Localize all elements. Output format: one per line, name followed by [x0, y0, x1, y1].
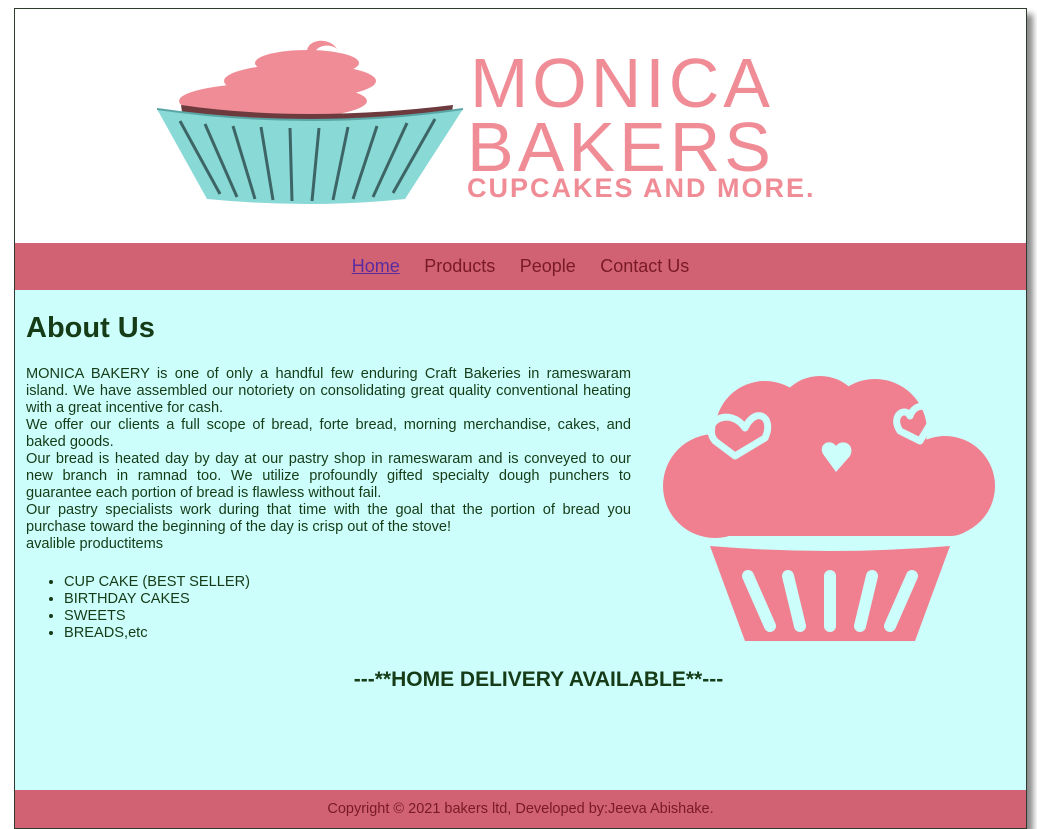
products-list: CUP CAKE (BEST SELLER) BIRTHDAY CAKES SW… — [64, 574, 250, 642]
site-footer: Copyright © 2021 bakers ltd, Developed b… — [15, 790, 1026, 828]
nav-home-link[interactable]: Home — [352, 243, 400, 290]
logo-tagline: CUPCAKES AND MORE. — [467, 173, 816, 203]
site-logo: MONICA BAKERS CUPCAKES AND MORE. — [156, 40, 816, 204]
nav-people-link[interactable]: People — [520, 243, 576, 290]
about-paragraph: We offer our clients a full scope of bre… — [26, 417, 631, 450]
home-delivery-banner: ---**HOME DELIVERY AVAILABLE**--- — [353, 668, 724, 691]
page-frame: MONICA BAKERS CUPCAKES AND MORE. Home Pr… — [14, 8, 1027, 829]
about-paragraph: MONICA BAKERY is one of only a handful f… — [26, 366, 631, 416]
list-item: BREADS,etc — [64, 625, 250, 642]
list-item: CUP CAKE (BEST SELLER) — [64, 574, 250, 591]
products-intro: avalible productitems — [26, 536, 164, 552]
site-header: MONICA BAKERS CUPCAKES AND MORE. — [15, 9, 1026, 243]
main-nav: Home Products People Contact Us — [15, 243, 1026, 290]
list-item: SWEETS — [64, 608, 250, 625]
nav-contact-link[interactable]: Contact Us — [600, 243, 689, 290]
main-content: About Us MONICA BAKERY is one of only a … — [15, 290, 1026, 790]
about-text: MONICA BAKERY is one of only a handful f… — [26, 366, 631, 553]
about-paragraph: Our pastry specialists work during that … — [26, 502, 631, 535]
list-item: BIRTHDAY CAKES — [64, 591, 250, 608]
page-title: About Us — [26, 312, 155, 344]
copyright-text: Copyright © 2021 bakers ltd, Developed b… — [327, 801, 714, 817]
nav-products-link[interactable]: Products — [424, 243, 495, 290]
cupcake-hearts-icon — [663, 376, 995, 641]
about-paragraph: Our bread is heated day by day at our pa… — [26, 451, 631, 501]
